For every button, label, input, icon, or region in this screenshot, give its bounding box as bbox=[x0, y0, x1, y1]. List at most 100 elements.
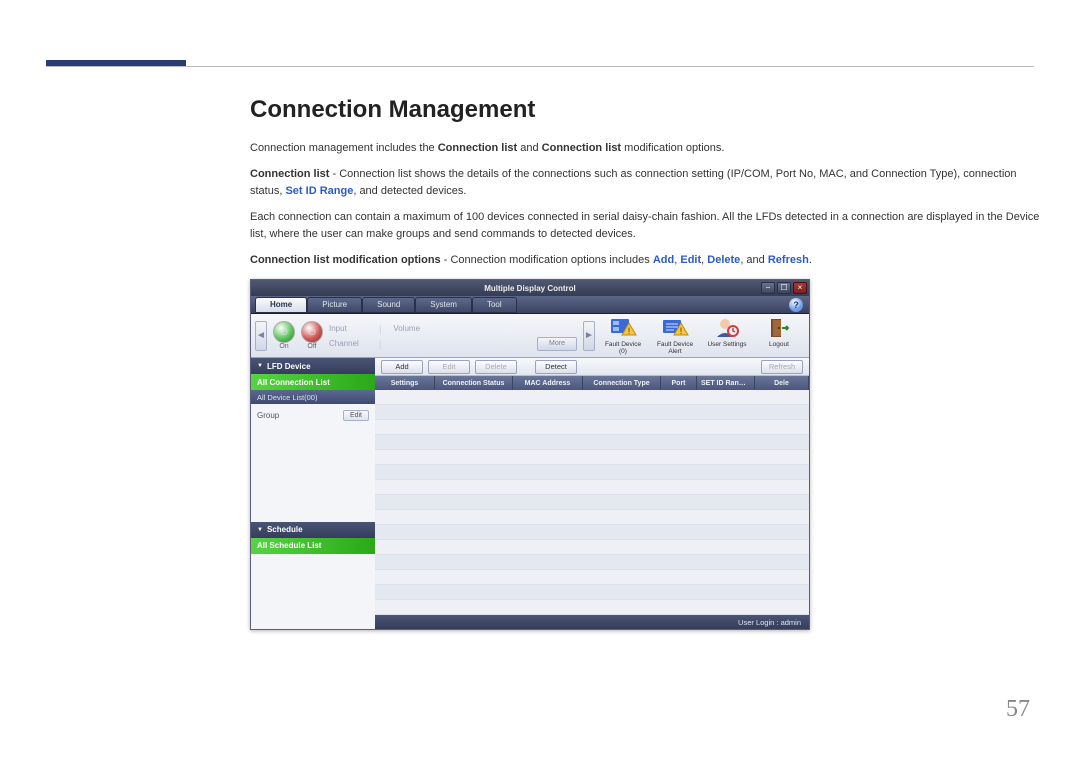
table-header: Settings Connection Status MAC Address C… bbox=[375, 376, 809, 390]
bold: Connection list modification options bbox=[250, 254, 441, 266]
logout-icon bbox=[765, 316, 793, 340]
ribbon-next[interactable]: ► bbox=[583, 321, 595, 351]
logout-button[interactable]: Logout bbox=[757, 316, 801, 355]
text: . bbox=[809, 254, 812, 266]
user-settings-button[interactable]: User Settings bbox=[705, 316, 749, 355]
fault-alert-button[interactable]: ! Fault Device Alert bbox=[653, 316, 697, 355]
sidebar-lfd-header[interactable]: ▼ LFD Device bbox=[251, 358, 375, 374]
ribbon-controls: Input | Volume Channel | More bbox=[329, 321, 577, 351]
app-window: Multiple Display Control − ☐ × Home Pict… bbox=[250, 279, 810, 630]
status-text: User Login : admin bbox=[738, 618, 801, 627]
sidebar-all-schedule[interactable]: All Schedule List bbox=[251, 538, 375, 554]
table-row bbox=[375, 480, 809, 495]
col-connection-status[interactable]: Connection Status bbox=[435, 376, 513, 390]
header-rule bbox=[46, 66, 1034, 67]
maximize-button[interactable]: ☐ bbox=[777, 282, 791, 294]
col-delete[interactable]: Dele bbox=[755, 376, 809, 390]
more-button[interactable]: More bbox=[537, 337, 577, 351]
minimize-button[interactable]: − bbox=[761, 282, 775, 294]
svg-text:!: ! bbox=[628, 326, 631, 336]
power-off-button[interactable]: ⏻ bbox=[301, 321, 323, 343]
text: and bbox=[517, 142, 541, 154]
volume-label: Volume bbox=[393, 324, 431, 333]
text: modification options. bbox=[621, 142, 724, 154]
delete-button[interactable]: Delete bbox=[475, 360, 517, 374]
paragraph-1: Connection management includes the Conne… bbox=[250, 140, 1042, 157]
connection-toolbar: Add Edit Delete Detect Refresh bbox=[375, 358, 809, 376]
sidebar-group-area: Group Edit bbox=[251, 404, 375, 522]
tab-system[interactable]: System bbox=[415, 297, 472, 313]
col-set-id-range[interactable]: SET ID Ran… bbox=[697, 376, 755, 390]
fault-alert-label: Fault Device Alert bbox=[653, 341, 697, 355]
menubar: Home Picture Sound System Tool ? bbox=[251, 296, 809, 314]
page-title: Connection Management bbox=[250, 96, 1042, 124]
page-content: Connection Management Connection managem… bbox=[250, 96, 1042, 630]
sidebar-lfd-label: LFD Device bbox=[267, 362, 311, 371]
paragraph-3: Each connection can contain a maximum of… bbox=[250, 209, 1042, 243]
divider: | bbox=[379, 339, 381, 349]
table-row bbox=[375, 390, 809, 405]
text: , and detected devices. bbox=[353, 185, 466, 197]
divider: | bbox=[379, 324, 381, 334]
power-on-label: On bbox=[279, 343, 288, 350]
text: Connection management includes the bbox=[250, 142, 438, 154]
table-row bbox=[375, 525, 809, 540]
close-button[interactable]: × bbox=[793, 282, 807, 294]
tab-home[interactable]: Home bbox=[255, 297, 307, 313]
power-on-button[interactable]: ⏻ bbox=[273, 321, 295, 343]
sidebar-all-device[interactable]: All Device List(00) bbox=[251, 390, 375, 404]
fault-device-icon: ! bbox=[609, 316, 637, 340]
col-port[interactable]: Port bbox=[661, 376, 697, 390]
input-label: Input bbox=[329, 324, 367, 333]
table-row bbox=[375, 420, 809, 435]
fault-device-label: Fault Device (0) bbox=[601, 341, 645, 355]
col-connection-type[interactable]: Connection Type bbox=[583, 376, 661, 390]
app-body: ▼ LFD Device All Connection List All Devi… bbox=[251, 358, 809, 629]
sidebar: ▼ LFD Device All Connection List All Devi… bbox=[251, 358, 375, 629]
fault-alert-icon: ! bbox=[661, 316, 689, 340]
tab-sound[interactable]: Sound bbox=[362, 297, 415, 313]
col-mac-address[interactable]: MAC Address bbox=[513, 376, 583, 390]
ribbon-right-group: ! Fault Device (0) ! Fault Device Alert … bbox=[601, 316, 801, 355]
tab-tool[interactable]: Tool bbox=[472, 297, 517, 313]
text: , and bbox=[740, 254, 768, 266]
sidebar-all-connection[interactable]: All Connection List bbox=[251, 374, 375, 390]
table-row bbox=[375, 495, 809, 510]
highlight-add: Add bbox=[653, 254, 674, 266]
paragraph-4: Connection list modification options - C… bbox=[250, 252, 1042, 269]
ribbon: ◄ ⏻ On ⏻ Off Input | Volume bbox=[251, 314, 809, 358]
highlight-refresh: Refresh bbox=[768, 254, 809, 266]
highlight-edit: Edit bbox=[680, 254, 701, 266]
chevron-down-icon: ▼ bbox=[257, 363, 263, 369]
group-label: Group bbox=[257, 411, 279, 420]
table-row bbox=[375, 570, 809, 585]
sidebar-schedule-header[interactable]: ▼Schedule bbox=[251, 522, 375, 538]
bold: Connection list bbox=[250, 168, 329, 180]
window-buttons: − ☐ × bbox=[761, 282, 807, 294]
group-edit-button[interactable]: Edit bbox=[343, 410, 369, 421]
main-pane: Add Edit Delete Detect Refresh Settings … bbox=[375, 358, 809, 629]
help-button[interactable]: ? bbox=[789, 298, 803, 312]
window-titlebar: Multiple Display Control − ☐ × bbox=[251, 280, 809, 296]
ribbon-prev[interactable]: ◄ bbox=[255, 321, 267, 351]
table-row bbox=[375, 405, 809, 420]
add-button[interactable]: Add bbox=[381, 360, 423, 374]
page-number: 57 bbox=[1006, 696, 1030, 723]
table-row bbox=[375, 465, 809, 480]
edit-button[interactable]: Edit bbox=[428, 360, 470, 374]
user-settings-label: User Settings bbox=[707, 341, 746, 348]
text: Each connection can contain a maximum of… bbox=[250, 211, 1039, 240]
sidebar-schedule-area bbox=[251, 554, 375, 629]
detect-button[interactable]: Detect bbox=[535, 360, 577, 374]
col-settings[interactable]: Settings bbox=[375, 376, 435, 390]
text: - Connection modification options includ… bbox=[441, 254, 653, 266]
statusbar: User Login : admin bbox=[375, 615, 809, 629]
table-row bbox=[375, 555, 809, 570]
bold: Connection list bbox=[542, 142, 621, 154]
refresh-button[interactable]: Refresh bbox=[761, 360, 803, 374]
tab-picture[interactable]: Picture bbox=[307, 297, 362, 313]
paragraph-2: Connection list - Connection list shows … bbox=[250, 166, 1042, 200]
table-row bbox=[375, 510, 809, 525]
table-row bbox=[375, 435, 809, 450]
fault-device-button[interactable]: ! Fault Device (0) bbox=[601, 316, 645, 355]
